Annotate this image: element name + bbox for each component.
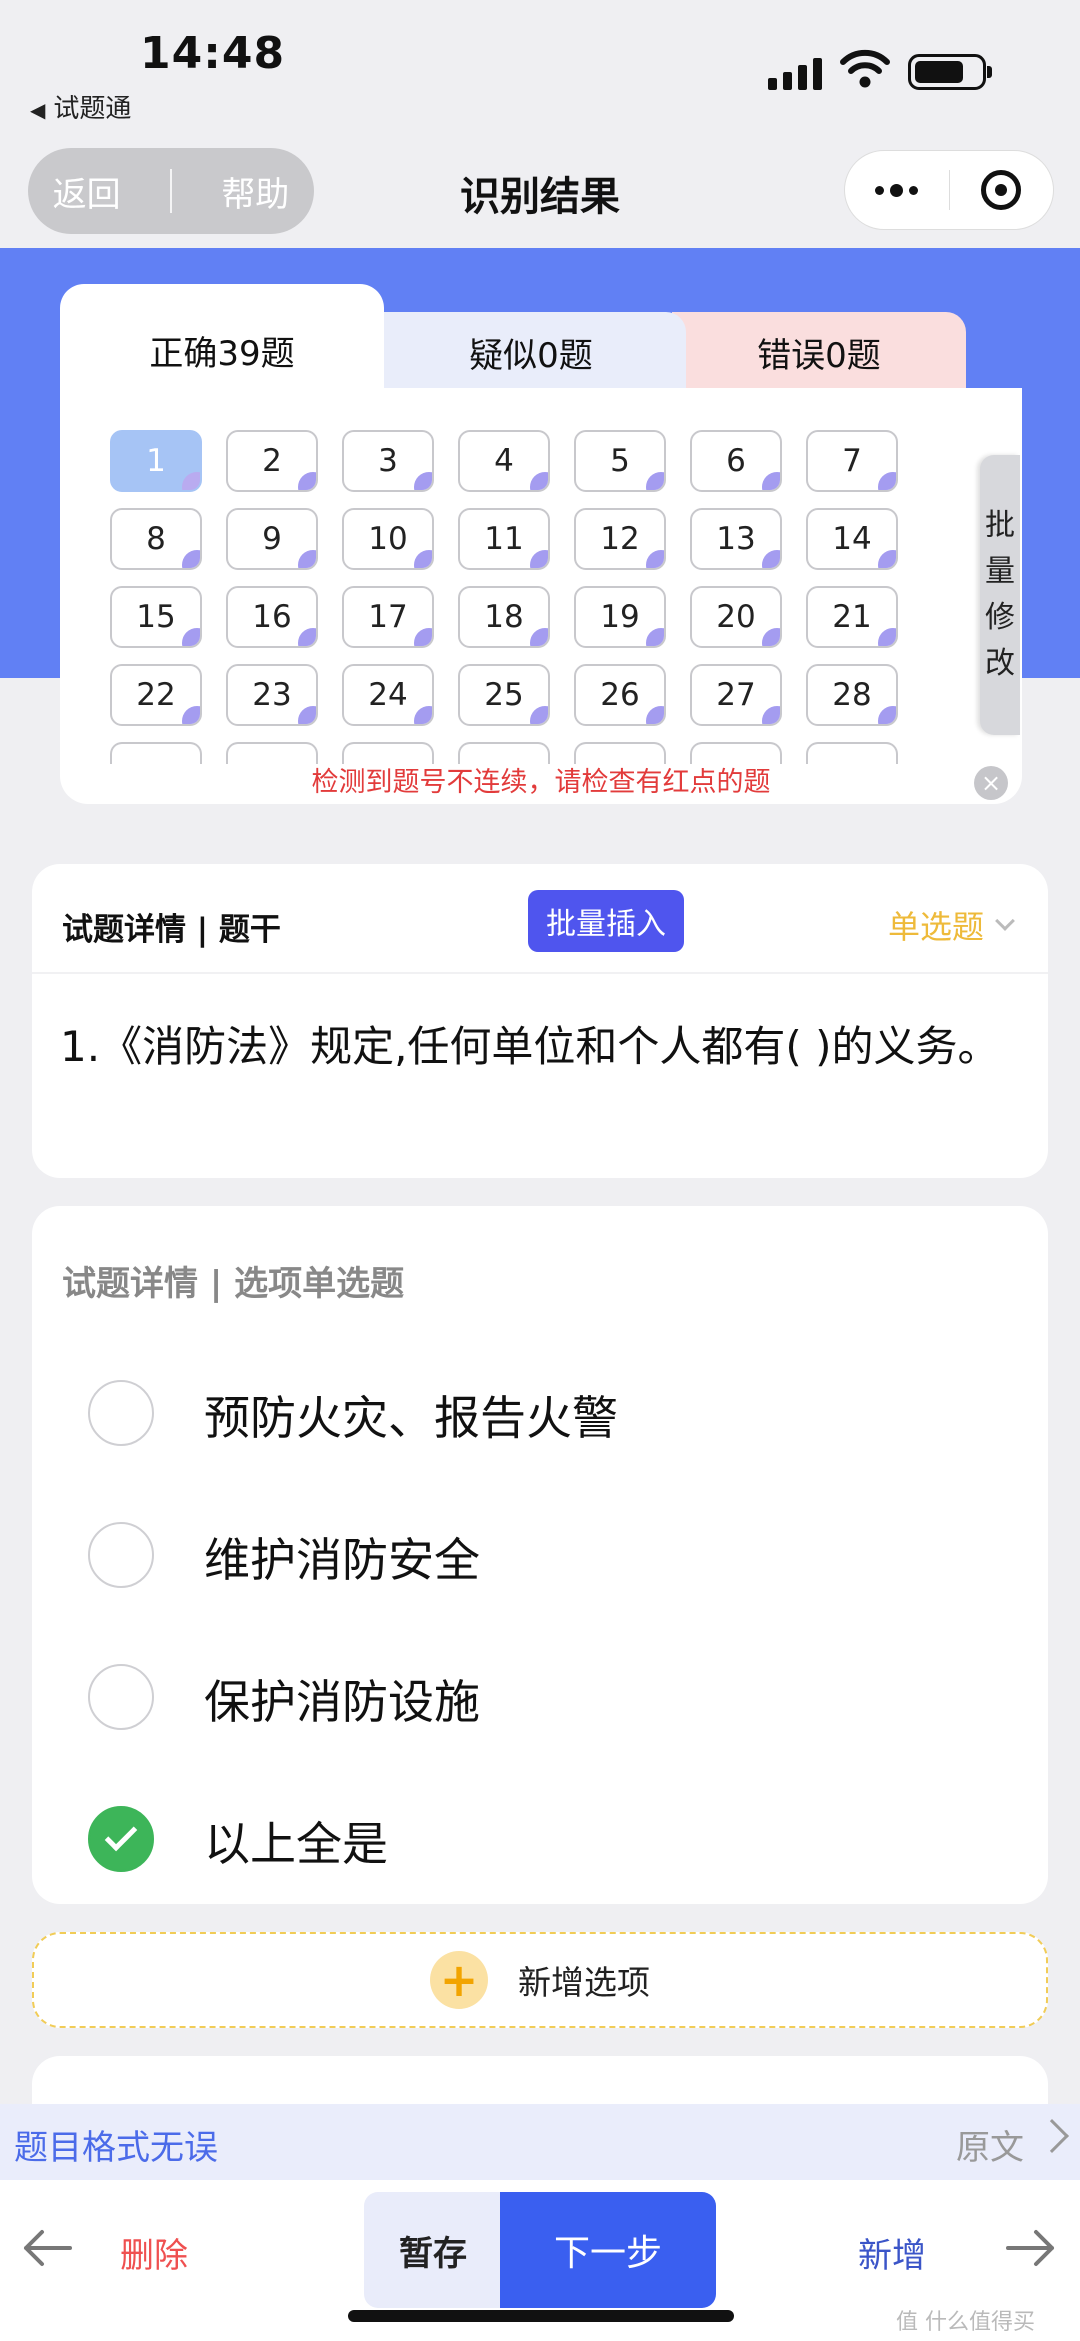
question-number-cell[interactable]: 17 — [342, 586, 434, 648]
question-number-cell[interactable]: 1 — [110, 430, 202, 492]
question-number-cell[interactable]: 28 — [806, 664, 898, 726]
close-warning-icon[interactable]: × — [974, 766, 1008, 800]
question-number-cell[interactable]: 11 — [458, 508, 550, 570]
add-option-label: 新增选项 — [518, 1963, 650, 2002]
add-question-button[interactable]: 新增 — [858, 2228, 926, 2277]
stem-card-title: 试题详情 | 题干 — [62, 912, 281, 948]
tab-correct[interactable]: 正确39题 — [60, 284, 384, 400]
check-icon — [104, 1818, 138, 1852]
option-radio-2[interactable] — [88, 1522, 154, 1588]
question-number-cell[interactable]: 8 — [110, 508, 202, 570]
question-number-cell[interactable]: 27 — [690, 664, 782, 726]
question-number-cell[interactable]: 5 — [574, 430, 666, 492]
option-label-4[interactable]: 以上全是 — [204, 1808, 388, 1874]
question-number-cell[interactable]: 6 — [690, 430, 782, 492]
close-miniprogram-icon[interactable] — [949, 170, 1053, 210]
batch-edit-label: 批量修改 — [985, 508, 1015, 681]
question-number-cell[interactable]: 10 — [342, 508, 434, 570]
add-option-button[interactable]: + 新增选项 — [32, 1932, 1048, 2028]
question-number-cell[interactable]: 14 — [806, 508, 898, 570]
miniprogram-capsule — [844, 150, 1054, 230]
options-card — [32, 1206, 1048, 1904]
option-label-1[interactable]: 预防火灾、报告火警 — [204, 1382, 618, 1448]
question-stem-text[interactable]: 1.《消防法》规定,任何单位和个人都有( )的义务。 — [60, 1012, 1010, 1082]
option-label-2[interactable]: 维护消防安全 — [204, 1524, 480, 1590]
next-step-button[interactable]: 下一步 — [500, 2192, 716, 2308]
cellular-signal-icon — [768, 56, 826, 90]
question-number-cell[interactable]: 15 — [110, 586, 202, 648]
watermark: 值 什么值得买 — [896, 2310, 1035, 2335]
question-number-cell[interactable]: 23 — [226, 664, 318, 726]
question-number-cell[interactable]: 7 — [806, 430, 898, 492]
question-number-cell[interactable]: 19 — [574, 586, 666, 648]
question-number-cell[interactable]: 20 — [690, 586, 782, 648]
question-number-cell[interactable]: 12 — [574, 508, 666, 570]
battery-icon — [908, 54, 992, 90]
home-indicator — [348, 2310, 734, 2322]
question-number-cell[interactable]: 13 — [690, 508, 782, 570]
option-radio-3[interactable] — [88, 1664, 154, 1730]
question-number-panel: 1 2 3 4 5 6 7 8 9 10 11 12 13 14 15 16 17 18 19 20 21 22 23 24 2… — [60, 388, 1022, 804]
question-number-cell[interactable]: 25 — [458, 664, 550, 726]
divider — [32, 972, 1048, 974]
question-number-cell[interactable]: 4 — [458, 430, 550, 492]
question-grid: 1 2 3 4 5 6 7 8 9 10 11 12 13 14 15 16 17 18 19 20 21 22 23 24 2… — [110, 430, 898, 764]
back-triangle-icon: ◀ — [30, 98, 46, 122]
wifi-icon — [840, 49, 890, 88]
plus-icon: + — [430, 1951, 488, 2009]
more-icon[interactable] — [845, 183, 949, 197]
previous-arrow-icon[interactable] — [20, 2226, 74, 2270]
question-type-select[interactable]: 单选题 — [888, 902, 1015, 948]
question-number-cell[interactable]: 24 — [342, 664, 434, 726]
option-radio-1[interactable] — [88, 1380, 154, 1446]
question-number-cell[interactable]: 2 — [226, 430, 318, 492]
question-number-cell[interactable]: 3 — [342, 430, 434, 492]
back-to-app-link[interactable]: ◀ 试题通 — [30, 88, 131, 125]
chevron-down-icon — [995, 911, 1015, 931]
option-label-3[interactable]: 保护消防设施 — [204, 1666, 480, 1732]
question-number-cell[interactable]: 9 — [226, 508, 318, 570]
status-time: 14:48 — [140, 28, 286, 79]
format-ok-text: 题目格式无误 — [14, 2128, 218, 2168]
question-number-cell[interactable]: 26 — [574, 664, 666, 726]
original-text-link[interactable]: 原文 — [956, 2120, 1024, 2169]
batch-edit-button[interactable]: 批量修改 — [980, 455, 1020, 735]
batch-insert-button[interactable]: 批量插入 — [528, 890, 684, 952]
question-number-cell[interactable]: 18 — [458, 586, 550, 648]
back-app-label: 试题通 — [53, 94, 132, 124]
option-radio-4-checked[interactable] — [88, 1806, 154, 1872]
tab-suspect[interactable]: 疑似0题 — [376, 312, 686, 392]
save-draft-button[interactable]: 暂存 — [364, 2192, 502, 2308]
delete-button[interactable]: 删除 — [120, 2228, 188, 2277]
question-number-cell[interactable]: 21 — [806, 586, 898, 648]
question-number-cell[interactable]: 22 — [110, 664, 202, 726]
tab-error[interactable]: 错误0题 — [672, 312, 966, 392]
next-arrow-icon[interactable] — [1004, 2226, 1058, 2270]
question-type-value: 单选题 — [888, 908, 985, 946]
options-card-title: 试题详情 | 选项单选题 — [62, 1264, 405, 1304]
question-number-cell[interactable]: 16 — [226, 586, 318, 648]
discontinuity-warning: 检测到题号不连续，请检查有红点的题 — [311, 767, 771, 798]
